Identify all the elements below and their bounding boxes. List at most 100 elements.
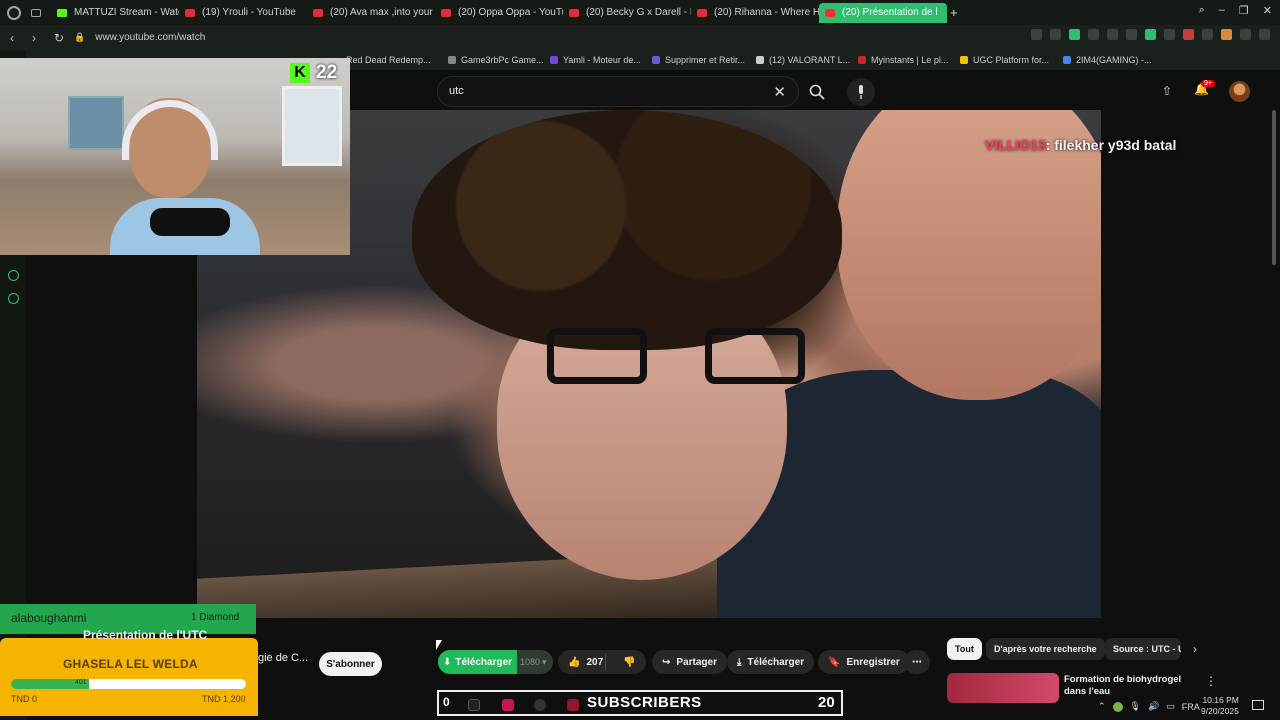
new-tab-icon[interactable]: + [950,5,958,20]
mic-tray-icon[interactable]: 🎙 [1130,701,1141,712]
window-controls: ⌕ – ❐ ✕ [1199,4,1272,17]
search-icon [809,84,825,100]
bookmark-valorant[interactable]: (12) VALORANT L... [756,55,850,65]
download-arrow-icon: ⬇ [442,656,452,668]
clear-search-icon[interactable]: ✕ [773,83,786,101]
scrollbar[interactable] [1272,110,1276,265]
goal-progress-bar [11,679,246,689]
obs-icon [534,699,546,711]
chevron-right-icon[interactable]: › [1193,642,1197,656]
dislike-icon[interactable]: 👎 [623,657,635,668]
badge-extension-icon[interactable] [1183,29,1194,40]
chip-all[interactable]: Tout [947,638,982,660]
bookmark-favicon-icon [858,56,866,64]
youtube-favicon-icon [569,8,579,17]
search-button[interactable] [800,76,834,107]
download-extension-button[interactable]: ⬇ Télécharger 1080 ▾ [438,650,553,674]
extension-icon[interactable] [1164,29,1175,40]
tab-presentation-active[interactable]: (20) Présentation de l [819,2,947,23]
like-divider [605,654,606,670]
chip-from-search[interactable]: D'après votre recherche [986,638,1105,660]
network-icon[interactable]: ▭ [1166,701,1175,712]
tab-rihanna[interactable]: (20) Rihanna - Where Ha [691,3,819,23]
like-icon[interactable]: 👍 [568,657,580,668]
send-icon[interactable] [1107,29,1118,40]
clock[interactable]: 10:16 PM 9/20/2025 [1201,695,1239,717]
search-tabs-icon[interactable]: ⌕ [1199,4,1205,17]
recommendation-menu-icon[interactable]: ⋮ [1205,674,1217,688]
bookmark-supprimer[interactable]: Supprimer et Retir... [652,55,745,65]
back-icon[interactable]: ‹ [10,31,22,45]
chevron-up-icon[interactable]: ⌃ [1098,701,1106,712]
reload-icon[interactable]: ↻ [54,31,66,45]
bookmark-favicon-icon [960,56,968,64]
tab-kick[interactable]: MATTUZI Stream - Watch [51,3,179,23]
puzzle-icon[interactable] [1202,29,1213,40]
tab-island-icon[interactable] [31,8,41,17]
bookmark-2im4[interactable]: 2IM4(GAMING) -... [1063,55,1152,65]
download-button[interactable]: ⤓ Télécharger [727,650,815,674]
video-glasses-right [705,328,805,384]
save-button[interactable]: 🔖 Enregistrer [818,650,910,674]
whatsapp-icon[interactable] [8,270,19,281]
recommendation-thumbnail[interactable] [947,673,1059,703]
minimize-icon[interactable]: – [1219,4,1225,17]
clock-time: 10:16 PM [1202,695,1239,705]
profile-extension-icon[interactable] [1221,29,1232,40]
share-button[interactable]: ↪ Partager [652,650,727,674]
tray-app-icon[interactable] [1112,701,1123,712]
language-indicator[interactable]: FRA [1182,702,1200,712]
upload-icon[interactable]: ⇧ [1162,84,1172,98]
volume-icon[interactable]: 🔊 [1148,701,1159,712]
channel-name[interactable]: gie de C... [258,652,308,664]
opera-logo-icon[interactable] [7,5,21,20]
tab-oppa[interactable]: (20) Oppa Oppa - YouTu [435,3,563,23]
bookmark-red-dead[interactable]: Red Dead Redemp... [346,55,431,65]
url-field[interactable]: www.youtube.com/watch [95,32,205,43]
chat-text: : filekher y93d batal [1045,137,1177,153]
quality-select[interactable]: 1080 ▾ [517,650,547,674]
lock-icon[interactable]: 🔒 [74,32,85,43]
more-actions-button[interactable]: ⋯ [904,650,930,674]
play-icon[interactable] [1088,29,1099,40]
bookmark-icon[interactable] [1031,29,1042,40]
stream-chat-message: VILLIO13: filekher y93d batal [985,137,1176,153]
tab-yrouli[interactable]: (19) Yrouli - YouTube [179,3,307,23]
extensions-row [1031,29,1270,40]
tab-becky-g[interactable]: (20) Becky G x Darell - M [563,3,691,23]
goal-progress-label: 401 [75,679,87,686]
bookmark-yamli[interactable]: Yamli - Moteur de... [550,55,641,65]
close-icon[interactable]: ✕ [1263,4,1272,17]
donor-name: alaboughanmi [11,611,87,625]
bookmark-favicon-icon [448,56,456,64]
tab-ava-max[interactable]: (20) Ava max ,into your a [307,3,435,23]
download-extension-main[interactable]: ⬇ Télécharger [438,650,517,674]
bookmark-myinstants[interactable]: Myinstants | Le pl... [858,55,948,65]
kick-favicon-icon [57,8,67,17]
search-input[interactable]: utc [449,85,464,97]
notification-center-icon[interactable] [1252,700,1264,710]
settings-icon[interactable] [8,293,19,304]
voice-search-button[interactable] [847,78,875,106]
forward-icon[interactable]: › [32,31,44,45]
search-box[interactable]: utc ✕ [437,76,799,107]
download-ext-icon[interactable] [1145,29,1156,40]
chat-username: VILLIO13 [985,137,1046,153]
like-count[interactable]: 207 [586,657,603,668]
bookmark-game3rb[interactable]: Game3rbPc Game... [448,55,544,65]
restore-icon[interactable]: ❐ [1239,4,1249,17]
chip-source-utc[interactable]: Source : UTC - U [1105,638,1181,660]
microphone-icon [859,85,863,99]
webcam-window [282,86,342,166]
easy-setup-icon[interactable] [1259,29,1270,40]
goal-min: TND 0 [11,694,38,704]
subscribe-button[interactable]: S'abonner [319,652,382,676]
kick-viewer-badge: K 22 [290,62,337,84]
downloads-icon[interactable] [1240,29,1251,40]
vpn-icon[interactable] [1069,29,1080,40]
heart-icon[interactable] [1126,29,1137,40]
account-avatar[interactable] [1229,81,1250,102]
snapshot-icon[interactable] [1050,29,1061,40]
bookmark-ugc[interactable]: UGC Platform for... [960,55,1049,65]
instagram-icon [502,699,514,711]
